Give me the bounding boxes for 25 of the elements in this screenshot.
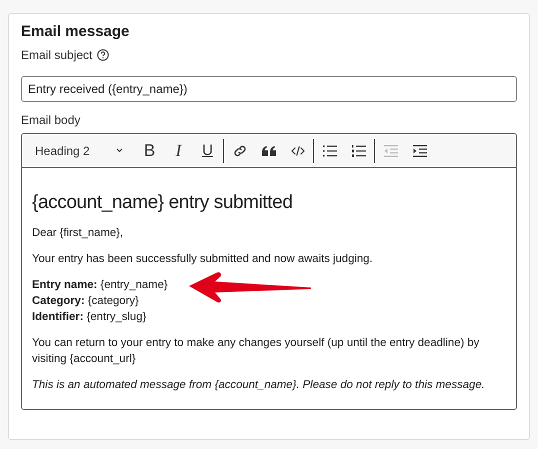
- caret-icon: [116, 148, 123, 153]
- detail-line: Identifier: {entry_slug}: [32, 310, 146, 325]
- field-label: Email subject: [21, 48, 92, 62]
- detail-line: Category: {category}: [32, 294, 139, 309]
- email-paragraph: Your entry has been successfully submitted and now awaits judging.: [32, 252, 374, 267]
- quote-icon: [262, 146, 276, 156]
- help-icon[interactable]: [97, 49, 110, 61]
- code-icon: [290, 146, 304, 156]
- detail-line: Entry name: {entry_name}: [32, 278, 168, 293]
- bulleted-list-icon: [322, 144, 336, 156]
- field-label: Email body: [21, 113, 80, 127]
- numbered-list-icon: [352, 144, 366, 156]
- email-paragraph: You can return to your entry to make any changes yourself (up until the entry deadline) by visiting {account_url}: [32, 336, 480, 367]
- subject-field[interactable]: Entry received ({entry_name}): [21, 76, 517, 102]
- bold-button[interactable]: B: [135, 138, 164, 164]
- outdent-icon: [384, 144, 398, 156]
- section-title: Email message: [21, 23, 130, 40]
- heading-dropdown[interactable]: Heading 2: [27, 138, 131, 164]
- underline-button[interactable]: U: [193, 138, 222, 164]
- email-paragraph: Dear {first_name},: [32, 226, 124, 241]
- indent-icon: [412, 144, 426, 156]
- email-heading: {account_name} entry submitted: [32, 191, 294, 215]
- email-footer-note: This is an automated message from {account_name}. Please do not reply to this message.: [32, 378, 486, 393]
- link-icon: [232, 144, 246, 158]
- italic-button[interactable]: I: [164, 138, 193, 164]
